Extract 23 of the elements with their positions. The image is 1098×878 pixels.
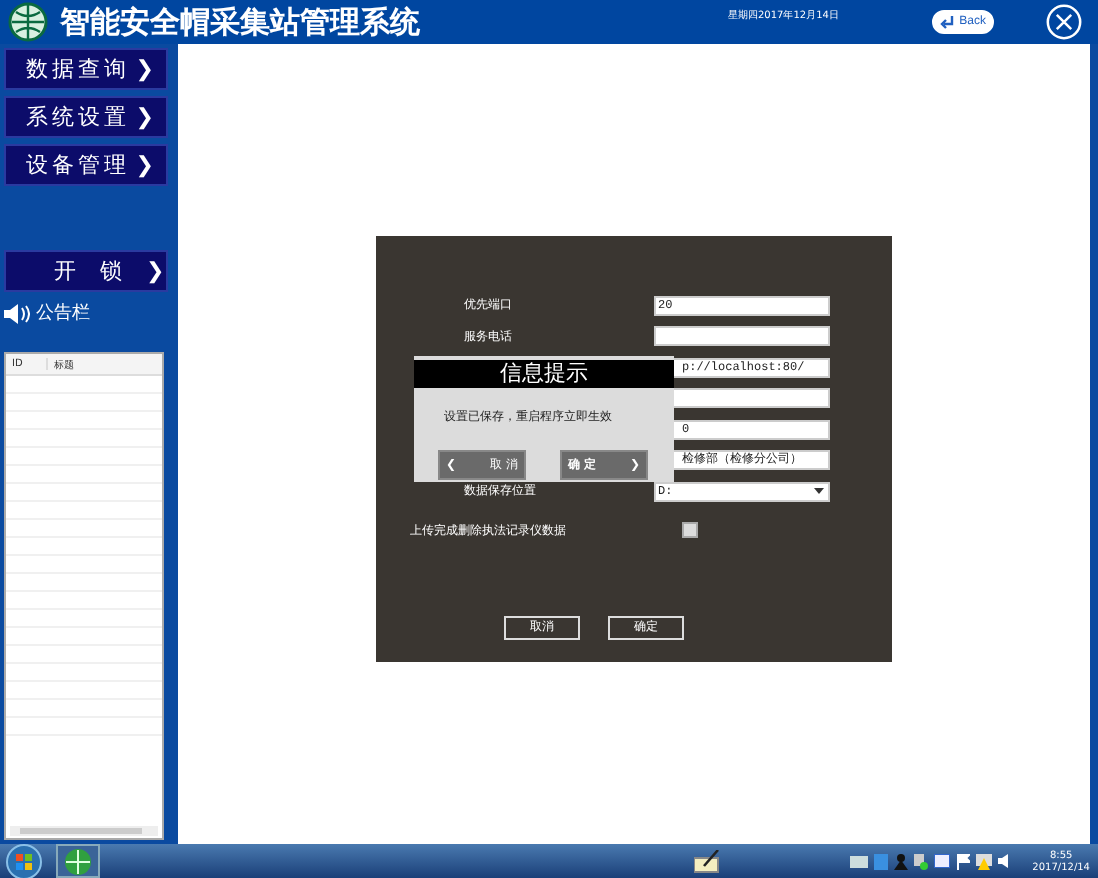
horizontal-scrollbar[interactable] [10, 826, 158, 836]
close-icon[interactable] [1046, 4, 1082, 40]
dialog-title: 信息提示 [414, 360, 674, 388]
speaker-icon [4, 303, 30, 323]
network-icon[interactable] [976, 853, 993, 869]
unlock-button[interactable]: 开锁❯ [4, 250, 168, 292]
menu-button[interactable]: 系统设置 ❯ [4, 96, 168, 138]
input-field[interactable] [654, 326, 830, 347]
pen-tablet-icon[interactable] [694, 849, 722, 873]
menu-button[interactable]: 设备管理 ❯ [4, 144, 168, 186]
return-icon [939, 14, 956, 30]
notice-board-label: 公告栏 [36, 301, 90, 326]
app-title: 智能安全帽采集站管理系统 [60, 3, 420, 41]
taskbar-app-button[interactable] [56, 844, 100, 878]
display-icon[interactable] [934, 854, 951, 868]
start-orb-icon[interactable] [6, 843, 42, 878]
checkbox[interactable] [682, 522, 698, 538]
app-logo-icon [64, 847, 92, 875]
menu-button[interactable]: 数据查询 ❯ [4, 48, 168, 90]
flag-icon[interactable] [956, 853, 971, 869]
dropdown-caret-icon [814, 488, 824, 495]
person-icon[interactable] [894, 853, 909, 869]
globe-logo-icon [8, 2, 48, 42]
